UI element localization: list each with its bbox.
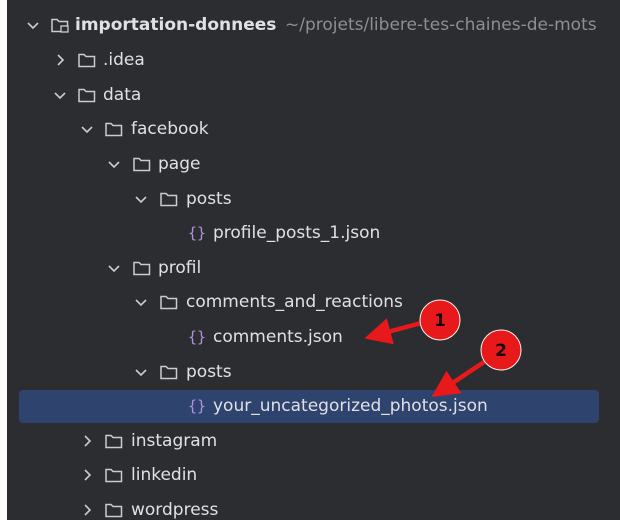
folder-icon [132, 259, 152, 277]
tree-item-comments-json[interactable]: {} comments.json [7, 320, 620, 354]
tree-item-label: facebook [131, 119, 209, 139]
folder-icon [104, 120, 124, 138]
folder-icon [159, 363, 179, 381]
folder-icon [104, 501, 124, 519]
folder-icon [159, 190, 179, 208]
tree-item-label: page [158, 154, 201, 174]
tree-item-idea[interactable]: .idea [7, 43, 620, 77]
tree-item-profile-posts-json[interactable]: {} profile_posts_1.json [7, 216, 620, 250]
tree-item-label: comments.json [213, 327, 343, 347]
folder-icon [77, 86, 97, 104]
tree-item-facebook[interactable]: facebook [7, 112, 620, 146]
tree-item-label: data [103, 85, 142, 105]
folder-icon [104, 466, 124, 484]
json-file-icon: {} [187, 224, 207, 242]
folder-icon [104, 432, 124, 450]
json-file-icon: {} [187, 397, 207, 415]
chevron-down-icon[interactable] [79, 121, 95, 137]
tree-item-label: instagram [131, 431, 218, 451]
chevron-right-icon[interactable] [52, 52, 68, 68]
chevron-down-icon[interactable] [52, 87, 68, 103]
tree-item-profil[interactable]: profil [7, 251, 620, 285]
tree-item-data[interactable]: data [7, 78, 620, 112]
chevron-down-icon[interactable] [106, 260, 122, 276]
tree-item-label: posts [186, 362, 232, 382]
json-file-icon: {} [187, 328, 207, 346]
chevron-down-icon[interactable] [133, 364, 149, 380]
tree-item-label: profil [158, 258, 202, 278]
chevron-right-icon[interactable] [79, 467, 95, 483]
svg-text:{}: {} [188, 397, 206, 415]
chevron-right-icon[interactable] [79, 502, 95, 518]
tree-item-label: .idea [103, 50, 145, 70]
tree-item-label: your_uncategorized_photos.json [213, 396, 488, 416]
folder-icon [132, 155, 152, 173]
module-folder-icon [50, 16, 70, 34]
tree-item-posts[interactable]: posts [7, 355, 620, 389]
tree-item-label: comments_and_reactions [186, 292, 403, 312]
tree-item-comments-and-reactions[interactable]: comments_and_reactions [7, 285, 620, 319]
project-tree-panel: importation-donnees ~/projets/libere-tes… [7, 0, 620, 520]
tree-item-label: posts [186, 189, 232, 209]
tree-row-root[interactable]: importation-donnees ~/projets/libere-tes… [7, 8, 620, 42]
folder-icon [159, 293, 179, 311]
chevron-right-icon[interactable] [79, 433, 95, 449]
tree-item-wordpress[interactable]: wordpress [7, 493, 620, 520]
folder-icon [77, 51, 97, 69]
chevron-down-icon[interactable] [133, 294, 149, 310]
chevron-down-icon[interactable] [133, 191, 149, 207]
tree-item-uncategorized-photos-json[interactable]: {} your_uncategorized_photos.json [7, 389, 620, 423]
svg-text:{}: {} [188, 224, 206, 242]
chevron-down-icon[interactable] [106, 156, 122, 172]
tree-item-linkedin[interactable]: linkedin [7, 458, 620, 492]
root-folder-name: importation-donnees [75, 15, 277, 35]
tree-item-posts[interactable]: posts [7, 182, 620, 216]
tree-item-label: profile_posts_1.json [213, 223, 381, 243]
tree-item-label: linkedin [131, 465, 198, 485]
tree-item-label: wordpress [131, 500, 219, 520]
root-path-hint: ~/projets/libere-tes-chaines-de-mots [285, 15, 597, 35]
svg-text:{}: {} [188, 328, 206, 346]
chevron-down-icon[interactable] [25, 17, 41, 33]
tree-item-instagram[interactable]: instagram [7, 424, 620, 458]
tree-item-page[interactable]: page [7, 147, 620, 181]
